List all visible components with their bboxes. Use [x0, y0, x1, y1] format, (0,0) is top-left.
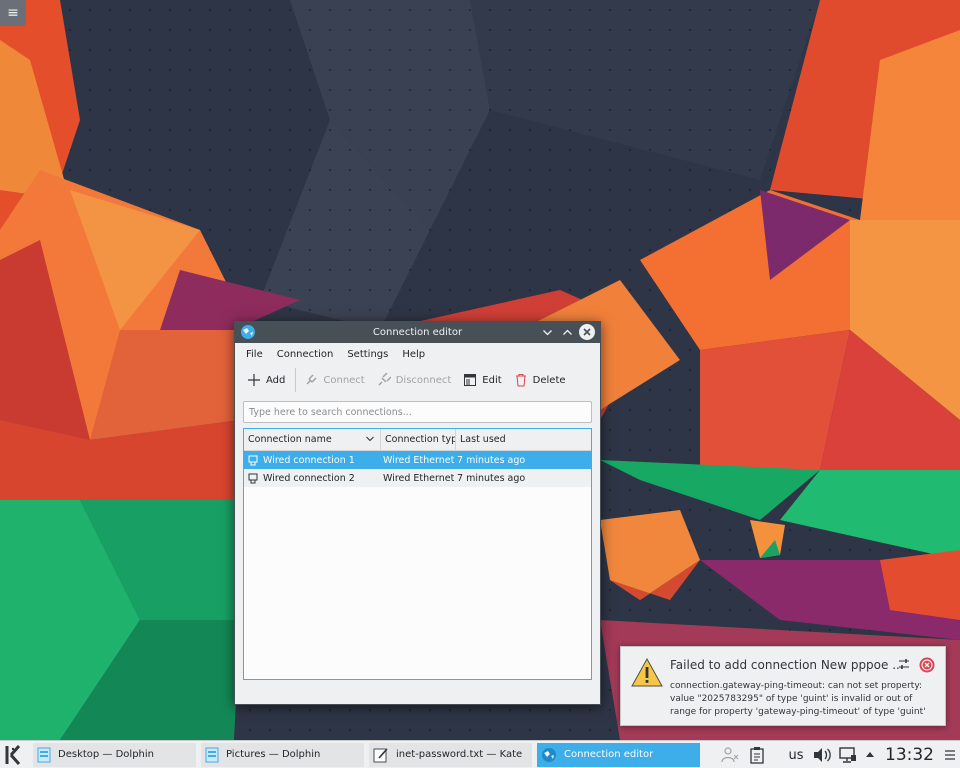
connection-last-used: 7 minutes ago: [457, 454, 526, 466]
network-wired-icon: [839, 747, 856, 763]
close-icon: [583, 328, 591, 336]
task-kate[interactable]: inet-password.txt — Kate: [369, 742, 532, 767]
menu-file[interactable]: File: [239, 349, 270, 360]
kde-logo-icon: [5, 744, 21, 765]
add-button[interactable]: Add: [243, 367, 293, 393]
task-label: Pictures — Dolphin: [226, 749, 321, 760]
close-icon[interactable]: [919, 657, 935, 673]
wired-network-icon: [248, 473, 258, 483]
unplug-icon: [378, 373, 391, 386]
plug-icon: [306, 374, 317, 385]
clipboard-icon: [750, 747, 764, 764]
network-globe-icon[interactable]: [240, 324, 256, 340]
tray-expand[interactable]: [861, 741, 879, 768]
add-button-label: Add: [266, 374, 286, 386]
connection-type: Wired Ethernet: [383, 472, 455, 484]
disconnect-button[interactable]: Disconnect: [373, 367, 460, 393]
volume-icon: [814, 748, 831, 762]
application-launcher-button[interactable]: [0, 741, 28, 768]
maximize-button[interactable]: [559, 324, 575, 340]
disconnect-button-label: Disconnect: [395, 374, 452, 386]
trash-icon: [515, 374, 526, 387]
chevron-up-icon: [562, 329, 572, 335]
warning-icon: [631, 657, 663, 687]
panel-options-button[interactable]: [940, 741, 960, 768]
desktop-toolbox-button[interactable]: ≡: [0, 0, 26, 26]
connection-list[interactable]: Connection name Connection typ Last used…: [243, 428, 592, 680]
wired-network-icon: [248, 455, 258, 465]
list-item[interactable]: Wired connection 1 Wired Ethernet 7 minu…: [244, 451, 591, 469]
task-label: inet-password.txt — Kate: [396, 749, 523, 760]
menu-connection[interactable]: Connection: [270, 349, 341, 360]
list-header: Connection name Connection typ Last used: [244, 429, 591, 451]
list-item[interactable]: Wired connection 2 Wired Ethernet 7 minu…: [244, 469, 591, 487]
network-globe-icon: [542, 747, 556, 762]
configure-icon[interactable]: [897, 657, 911, 671]
search-input[interactable]: [244, 402, 591, 422]
menu-help[interactable]: Help: [395, 349, 432, 360]
menu-settings[interactable]: Settings: [340, 349, 395, 360]
connect-button[interactable]: Connect: [300, 367, 372, 393]
connection-type: Wired Ethernet: [383, 454, 455, 466]
task-connection-editor[interactable]: Connection editor: [537, 742, 700, 767]
tray-users[interactable]: [717, 741, 743, 768]
digital-clock[interactable]: 13:32: [879, 741, 940, 768]
menu-bar: File Connection Settings Help: [235, 343, 600, 365]
search-box: [243, 401, 592, 423]
minimize-button[interactable]: [539, 324, 555, 340]
delete-button-label: Delete: [532, 374, 566, 386]
task-label: Desktop — Dolphin: [58, 749, 154, 760]
connect-button-label: Connect: [323, 374, 365, 386]
folder-icon: [205, 747, 219, 762]
hamburger-menu-icon: ≡: [7, 5, 19, 21]
keyboard-layout-indicator[interactable]: us: [783, 741, 809, 768]
hamburger-menu-icon: [945, 750, 955, 760]
notification-title: Failed to add connection New pppoe ...: [670, 658, 904, 672]
column-header-name[interactable]: Connection name: [244, 429, 381, 450]
column-header-type-label: Connection typ: [385, 434, 456, 445]
chevron-down-icon: [542, 329, 552, 335]
folder-icon: [37, 747, 51, 762]
tray-spacer: [771, 741, 783, 768]
connection-last-used: 7 minutes ago: [457, 472, 526, 484]
edit-button-label: Edit: [482, 374, 502, 386]
window-titlebar[interactable]: Connection editor: [235, 322, 600, 343]
toolbar: Add Connect Disconnect Edit Delete: [235, 365, 600, 395]
connection-name: Wired connection 1: [263, 454, 355, 466]
column-header-name-label: Connection name: [248, 434, 332, 445]
column-header-last-used-label: Last used: [460, 434, 506, 445]
task-desktop-dolphin[interactable]: Desktop — Dolphin: [33, 742, 196, 767]
text-editor-icon: [373, 747, 388, 762]
tray-clipboard[interactable]: [743, 741, 771, 768]
close-button[interactable]: [579, 324, 595, 340]
triangle-up-icon: [866, 752, 874, 757]
error-notification[interactable]: Failed to add connection New pppoe ... c…: [620, 646, 946, 726]
tray-network[interactable]: [835, 741, 861, 768]
edit-document-icon: [464, 374, 477, 386]
tray-volume[interactable]: [809, 741, 835, 768]
delete-button[interactable]: Delete: [510, 367, 574, 393]
edit-button[interactable]: Edit: [459, 367, 509, 393]
taskbar-panel: Desktop — Dolphin Pictures — Dolphin ine…: [0, 740, 960, 768]
task-pictures-dolphin[interactable]: Pictures — Dolphin: [201, 742, 364, 767]
column-header-type[interactable]: Connection typ: [381, 429, 456, 450]
connection-name: Wired connection 2: [263, 472, 355, 484]
task-label: Connection editor: [564, 749, 654, 760]
window-title: Connection editor: [372, 327, 463, 338]
system-tray: us 13:32: [717, 741, 960, 768]
toolbar-separator: [295, 368, 297, 392]
connection-editor-window: Connection editor File Connection Settin…: [234, 321, 601, 705]
plus-icon: [248, 374, 260, 386]
chevron-down-icon: [366, 436, 374, 442]
notification-body: connection.gateway-ping-timeout: can not…: [670, 681, 926, 717]
column-header-last-used[interactable]: Last used: [456, 429, 591, 450]
user-switch-icon: [721, 747, 739, 763]
